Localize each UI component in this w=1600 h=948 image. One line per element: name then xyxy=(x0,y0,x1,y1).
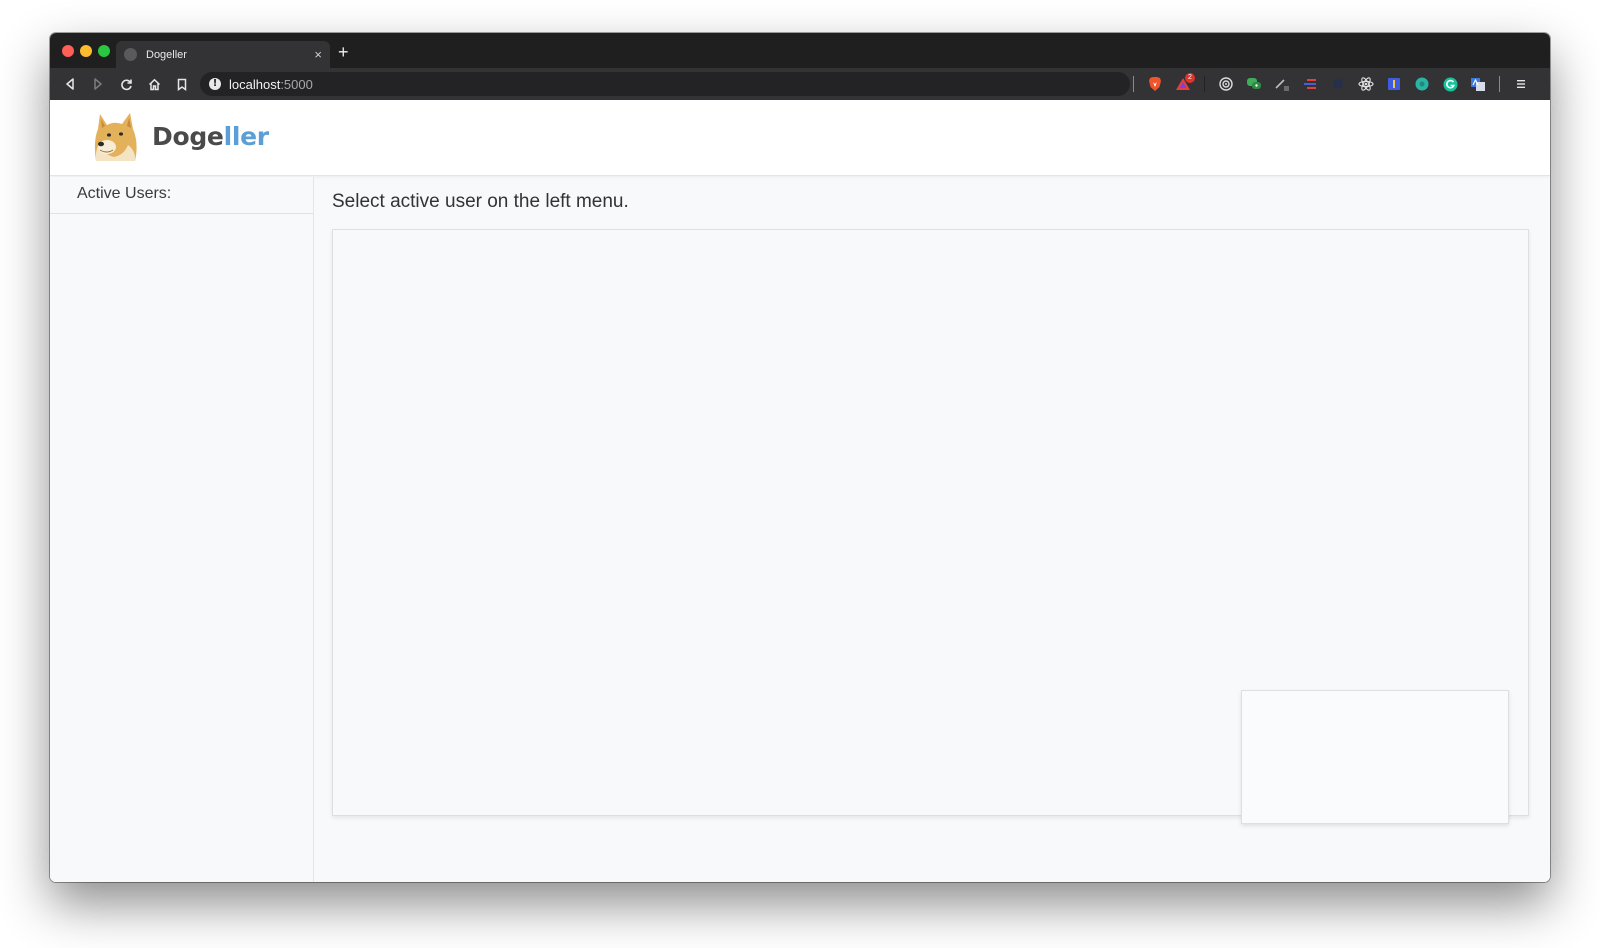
tab-close-icon[interactable]: × xyxy=(314,48,322,61)
reload-button[interactable] xyxy=(112,72,140,96)
info-icon[interactable]: ! xyxy=(209,78,221,90)
brave-shield-icon xyxy=(1149,77,1161,91)
toolbar-separator xyxy=(1133,76,1134,92)
grammarly-icon xyxy=(1443,77,1457,91)
blue-extension-button[interactable] xyxy=(1380,72,1408,96)
globe-icon xyxy=(124,48,137,61)
local-video-preview xyxy=(1241,690,1509,824)
brand-primary: Doge xyxy=(152,122,224,151)
menu-button[interactable] xyxy=(1507,72,1535,96)
brave-rewards-button[interactable]: 2 xyxy=(1169,72,1197,96)
home-button[interactable] xyxy=(140,72,168,96)
app-header: Dogeller xyxy=(50,100,1550,176)
bookmark-button[interactable] xyxy=(168,72,196,96)
brand-secondary: ller xyxy=(223,122,270,151)
rewards-badge: 2 xyxy=(1185,73,1195,83)
pen-extension-icon xyxy=(1275,79,1289,91)
grammarly-button[interactable] xyxy=(1436,72,1464,96)
maximize-window-button[interactable] xyxy=(98,45,110,57)
dark-extension-icon xyxy=(1333,79,1343,89)
url-port: :5000 xyxy=(280,76,313,92)
sidebar-title: Active Users: xyxy=(50,177,313,214)
browser-window: Dogeller × + ! localhost:5000 2 Dogelle… xyxy=(50,33,1550,882)
main-area: Select active user on the left menu. xyxy=(314,177,1550,882)
browser-toolbar: ! localhost:5000 2 xyxy=(50,68,1550,100)
dark-extension-button[interactable] xyxy=(1324,72,1352,96)
tab-title: Dogeller xyxy=(146,48,187,61)
brave-shield-button[interactable] xyxy=(1141,72,1169,96)
page-content: Dogeller Active Users: Select active use… xyxy=(50,100,1550,882)
address-bar[interactable]: ! localhost:5000 xyxy=(200,72,1130,96)
toolbar-gap xyxy=(1204,76,1205,92)
toolbar-separator xyxy=(1499,76,1500,92)
translate-button[interactable] xyxy=(1464,72,1492,96)
react-devtools-button[interactable] xyxy=(1352,72,1380,96)
list-extension-button[interactable] xyxy=(1296,72,1324,96)
teal-extension-icon xyxy=(1415,77,1429,91)
react-devtools-icon xyxy=(1358,77,1374,91)
blue-extension-icon xyxy=(1388,78,1400,90)
extensions-bar: 2 xyxy=(1126,68,1535,100)
close-window-button[interactable] xyxy=(62,45,74,57)
back-button[interactable] xyxy=(56,72,84,96)
brand-title: Dogeller xyxy=(152,122,269,151)
minimize-window-button[interactable] xyxy=(80,45,92,57)
menu-icon xyxy=(1517,80,1525,88)
chat-extension-button[interactable] xyxy=(1240,72,1268,96)
back-icon xyxy=(66,78,74,90)
remote-video-panel xyxy=(332,229,1529,824)
translate-icon xyxy=(1471,77,1485,91)
bookmark-icon xyxy=(177,78,187,91)
pen-extension-button[interactable] xyxy=(1268,72,1296,96)
target-extension-icon xyxy=(1219,77,1233,91)
reload-icon xyxy=(120,78,132,90)
doge-logo xyxy=(94,113,137,161)
target-extension-button[interactable] xyxy=(1212,72,1240,96)
teal-extension-button[interactable] xyxy=(1408,72,1436,96)
list-extension-icon xyxy=(1304,79,1316,89)
home-icon xyxy=(148,78,160,90)
url-host: localhost xyxy=(229,76,281,92)
page-title: Select active user on the left menu. xyxy=(332,191,629,212)
forward-icon xyxy=(94,78,102,90)
browser-tab[interactable]: Dogeller × xyxy=(116,41,330,68)
active-users-sidebar: Active Users: xyxy=(50,177,314,882)
chat-extension-icon xyxy=(1247,78,1261,89)
forward-button[interactable] xyxy=(84,72,112,96)
new-tab-button[interactable]: + xyxy=(338,42,349,62)
tab-strip: Dogeller × + xyxy=(50,33,1550,68)
